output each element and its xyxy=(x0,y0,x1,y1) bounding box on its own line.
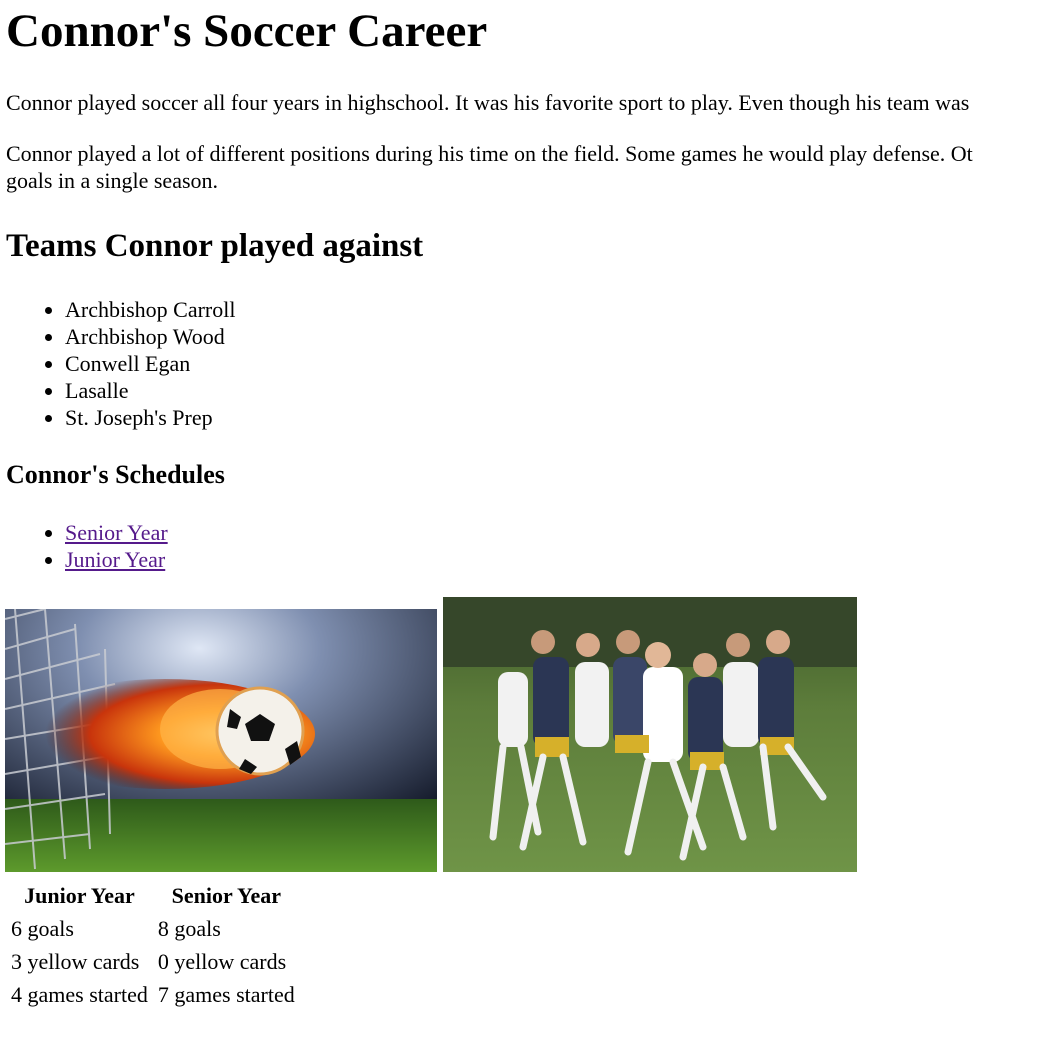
team-item: Lasalle xyxy=(65,377,235,404)
soccer-players-action-photo xyxy=(443,597,857,872)
intro-paragraph: Connor played soccer all four years in h… xyxy=(6,90,970,115)
team-item: Conwell Egan xyxy=(65,350,235,377)
teams-list: Archbishop Carroll Archbishop Wood Conwe… xyxy=(6,296,235,431)
positions-paragraph-line2: goals in a single season. xyxy=(6,168,219,193)
table-row: 4 games started 7 games started xyxy=(7,979,299,1010)
stats-table: Junior Year Senior Year 6 goals 8 goals … xyxy=(5,878,301,1012)
page-title: Connor's Soccer Career xyxy=(6,5,488,57)
stats-cell: 7 games started xyxy=(157,982,295,1007)
positions-paragraph-line1: Connor played a lot of different positio… xyxy=(6,141,973,166)
table-row: 3 yellow cards 0 yellow cards xyxy=(7,946,299,977)
stats-header-junior: Junior Year xyxy=(24,883,135,908)
schedule-item: Junior Year xyxy=(65,546,168,573)
teams-heading: Teams Connor played against xyxy=(6,228,424,264)
table-row: 6 goals 8 goals xyxy=(7,913,299,944)
stats-cell: 0 yellow cards xyxy=(157,949,287,974)
team-item: Archbishop Carroll xyxy=(65,296,235,323)
stats-header-senior: Senior Year xyxy=(171,883,281,908)
stats-header-row: Junior Year Senior Year xyxy=(7,880,299,911)
junior-year-link[interactable]: Junior Year xyxy=(65,547,165,572)
stats-cell: 3 yellow cards xyxy=(11,949,140,974)
team-item: St. Joseph's Prep xyxy=(65,404,235,431)
page: Connor's Soccer Career Connor played soc… xyxy=(0,0,1057,1059)
stats-cell: 6 goals xyxy=(11,916,74,941)
senior-year-link[interactable]: Senior Year xyxy=(65,520,168,545)
team-item: Archbishop Wood xyxy=(65,323,235,350)
schedules-list: Senior Year Junior Year xyxy=(6,519,168,573)
stats-cell: 4 games started xyxy=(11,982,148,1007)
schedules-heading: Connor's Schedules xyxy=(6,460,225,489)
schedule-item: Senior Year xyxy=(65,519,168,546)
positions-paragraph: Connor played a lot of different positio… xyxy=(6,140,1057,194)
flaming-soccer-ball-image xyxy=(5,609,437,872)
stats-cell: 8 goals xyxy=(157,916,221,941)
